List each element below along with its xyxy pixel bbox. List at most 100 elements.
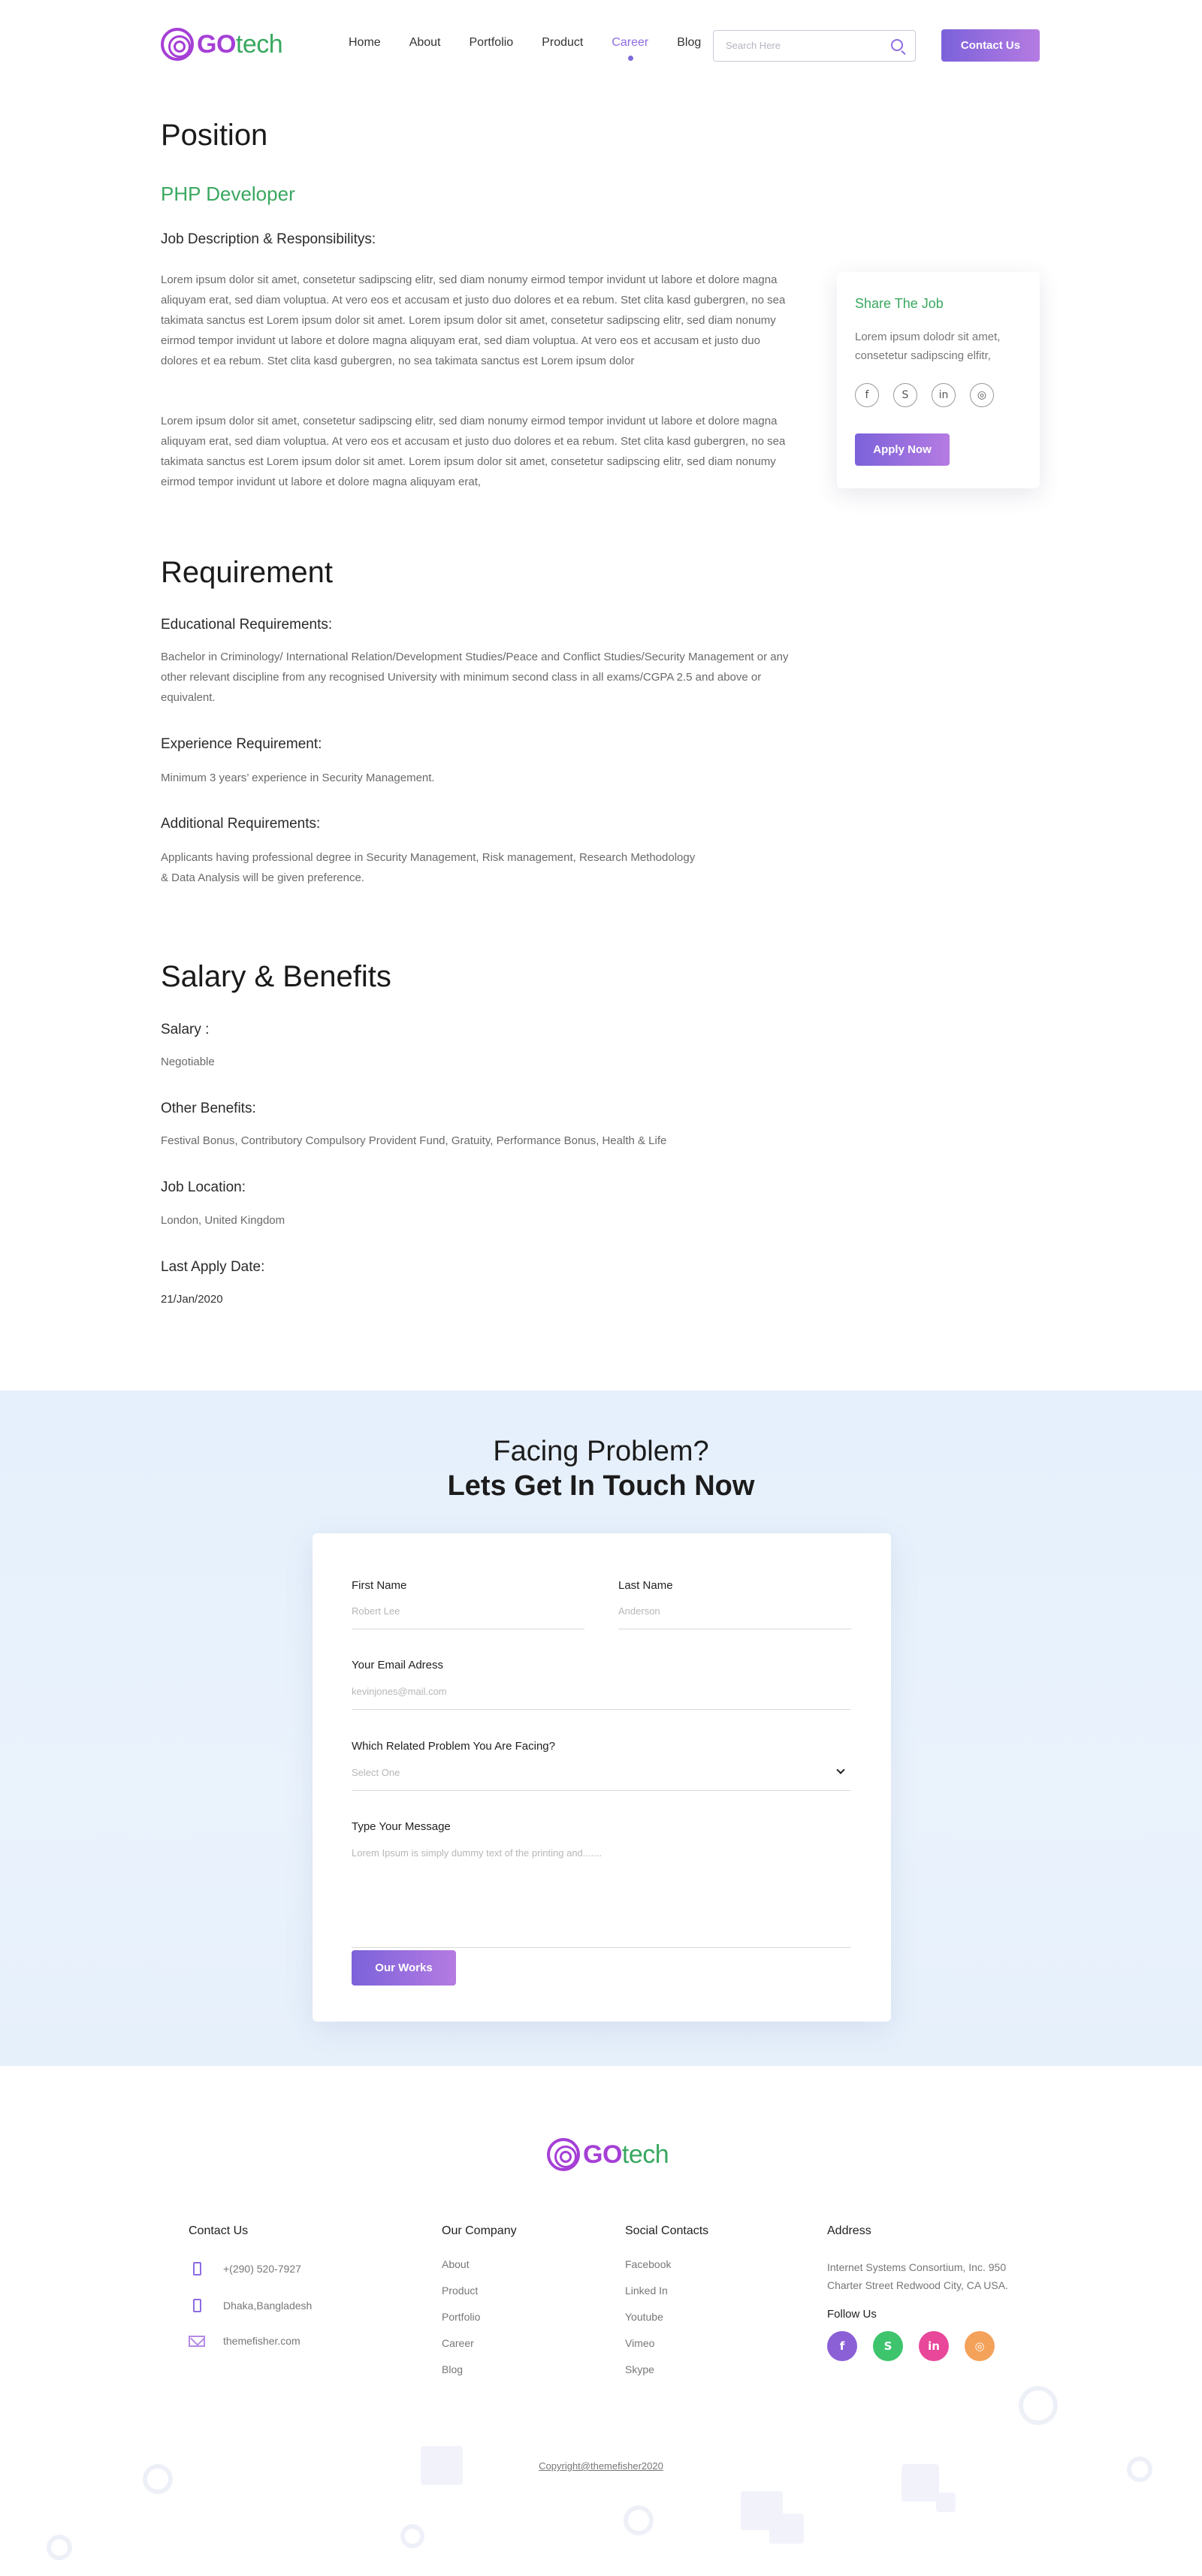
- mail-icon: [189, 2333, 205, 2349]
- footer-logo[interactable]: GOtech: [547, 2138, 669, 2171]
- footer-phone-row: +(290) 520-7927: [189, 2260, 301, 2277]
- footer-link-vimeo[interactable]: Vimeo: [625, 2337, 654, 2349]
- salary-benefits-heading: Salary & Benefits: [161, 960, 391, 993]
- additional-requirements-text: Applicants having professional degree in…: [161, 851, 696, 884]
- contact-us-button[interactable]: Contact Us: [941, 29, 1040, 62]
- nav-item-product[interactable]: Product: [542, 36, 583, 50]
- facebook-icon[interactable]: f: [827, 2331, 857, 2361]
- site-footer: GOtech Contact Us +(290) 520-7927 Dhaka,…: [0, 2066, 1202, 2576]
- contact-form: First Name Last Name Your Email Adress W…: [313, 1533, 891, 2022]
- first-name-field[interactable]: [352, 1605, 584, 1629]
- footer-link-linkedin[interactable]: Linked In: [625, 2285, 668, 2297]
- logo-tech-text: tech: [621, 2140, 669, 2169]
- mobile-icon: [189, 2297, 205, 2314]
- share-title: Share The Job: [855, 296, 944, 311]
- experience-requirement-text: Minimum 3 years’ experience in Security …: [161, 772, 435, 784]
- footer-location: Dhaka,Bangladesh: [223, 2300, 313, 2312]
- job-description-paragraph-2: Lorem ipsum dolor sit amet, consetetur s…: [161, 415, 786, 488]
- nav-item-about[interactable]: About: [409, 36, 441, 50]
- decor-circle: [624, 2505, 654, 2535]
- logo-icon: [161, 28, 194, 61]
- site-logo[interactable]: GOtech: [161, 28, 283, 61]
- nav-item-blog[interactable]: Blog: [677, 36, 701, 50]
- footer-follow-icons: f S in ◎: [827, 2331, 995, 2361]
- footer-link-portfolio[interactable]: Portfolio: [442, 2311, 480, 2323]
- footer-company-title: Our Company: [442, 2224, 517, 2237]
- footer-link-career[interactable]: Career: [442, 2337, 474, 2349]
- contact-section: Facing Problem? Lets Get In Touch Now Fi…: [0, 1391, 1202, 2066]
- decor-square: [936, 2493, 956, 2512]
- other-benefits-value: Festival Bonus, Contributory Compulsory …: [161, 1134, 667, 1147]
- email-field[interactable]: [352, 1686, 851, 1710]
- requirement-heading: Requirement: [161, 556, 334, 589]
- problem-select[interactable]: Select One: [352, 1765, 851, 1791]
- nav-item-career[interactable]: Career: [612, 36, 648, 61]
- problem-select-value: Select One: [352, 1767, 400, 1778]
- last-apply-date-heading: Last Apply Date:: [161, 1259, 265, 1275]
- search-input[interactable]: [726, 40, 876, 51]
- job-location-value: London, United Kingdom: [161, 1214, 285, 1227]
- copyright-link[interactable]: Copyright@themefisher2020: [0, 2460, 1202, 2472]
- salary-heading: Salary :: [161, 1022, 210, 1037]
- footer-link-skype[interactable]: Skype: [625, 2363, 654, 2375]
- footer-address-text: Internet Systems Consortium, Inc. 950 Ch…: [827, 2261, 1008, 2291]
- skype-icon[interactable]: S: [893, 383, 917, 407]
- footer-link-blog[interactable]: Blog: [442, 2363, 463, 2375]
- problem-label: Which Related Problem You Are Facing?: [352, 1740, 555, 1753]
- footer-link-about[interactable]: About: [442, 2258, 470, 2270]
- nav-item-portfolio[interactable]: Portfolio: [470, 36, 514, 50]
- position-heading: Position: [161, 119, 268, 152]
- footer-website-row: themefisher.com: [189, 2333, 300, 2349]
- footer-social-title: Social Contacts: [625, 2224, 709, 2237]
- nav-item-home[interactable]: Home: [349, 36, 381, 50]
- last-name-label: Last Name: [618, 1579, 673, 1592]
- decor-circle: [47, 2535, 72, 2560]
- phone-icon: [189, 2260, 205, 2277]
- logo-go-text: GO: [197, 29, 236, 59]
- decor-square: [769, 2514, 804, 2544]
- footer-link-youtube[interactable]: Youtube: [625, 2311, 663, 2323]
- linkedin-icon[interactable]: in: [919, 2331, 949, 2361]
- footer-link-product[interactable]: Product: [442, 2285, 478, 2297]
- contact-title-line-1: Facing Problem?: [493, 1436, 709, 1467]
- share-job-card: Share The Job Lorem ipsum dolodr sit ame…: [837, 272, 1040, 488]
- job-title: PHP Developer: [161, 183, 295, 205]
- message-field[interactable]: [352, 1847, 851, 1948]
- logo-go-text: GO: [583, 2140, 622, 2169]
- last-apply-date-value: 21/Jan/2020: [161, 1293, 223, 1306]
- message-label: Type Your Message: [352, 1820, 451, 1833]
- last-name-field[interactable]: [618, 1605, 851, 1629]
- job-description-heading: Job Description & Responsibilitys:: [161, 231, 376, 247]
- chevron-down-icon: [836, 1765, 845, 1774]
- skype-icon[interactable]: S: [873, 2331, 903, 2361]
- instagram-icon[interactable]: ◎: [970, 383, 994, 407]
- logo-icon: [547, 2138, 580, 2171]
- search-icon[interactable]: [891, 39, 903, 51]
- apply-now-button[interactable]: Apply Now: [855, 433, 950, 466]
- instagram-icon[interactable]: ◎: [965, 2331, 995, 2361]
- footer-contact-title: Contact Us: [189, 2224, 249, 2237]
- salary-value: Negotiable: [161, 1055, 215, 1068]
- footer-website[interactable]: themefisher.com: [223, 2335, 300, 2347]
- logo-tech-text: tech: [235, 29, 283, 59]
- contact-title-line-2: Lets Get In Touch Now: [447, 1470, 755, 1502]
- linkedin-icon[interactable]: in: [932, 383, 956, 407]
- first-name-label: First Name: [352, 1579, 407, 1592]
- site-header: GOtech Home About Portfolio Product Care…: [0, 0, 1202, 90]
- job-description-paragraph-1: Lorem ipsum dolor sit amet, consetetur s…: [161, 273, 786, 367]
- our-works-button[interactable]: Our Works: [352, 1950, 456, 1986]
- footer-follow-title: Follow Us: [827, 2308, 877, 2321]
- experience-requirement-heading: Experience Requirement:: [161, 736, 322, 752]
- additional-requirements-heading: Additional Requirements:: [161, 816, 321, 832]
- footer-phone[interactable]: +(290) 520-7927: [223, 2263, 301, 2275]
- educational-requirements-heading: Educational Requirements:: [161, 617, 333, 633]
- footer-link-facebook[interactable]: Facebook: [625, 2258, 671, 2270]
- share-text: Lorem ipsum dolodr sit amet, consetetur …: [855, 331, 1001, 362]
- share-icons: f S in ◎: [855, 383, 994, 407]
- facebook-icon[interactable]: f: [855, 383, 879, 407]
- decor-circle: [1019, 2386, 1058, 2425]
- footer-location-row: Dhaka,Bangladesh: [189, 2297, 312, 2314]
- email-label: Your Email Adress: [352, 1659, 444, 1672]
- footer-address-title: Address: [827, 2224, 871, 2237]
- other-benefits-heading: Other Benefits:: [161, 1101, 256, 1116]
